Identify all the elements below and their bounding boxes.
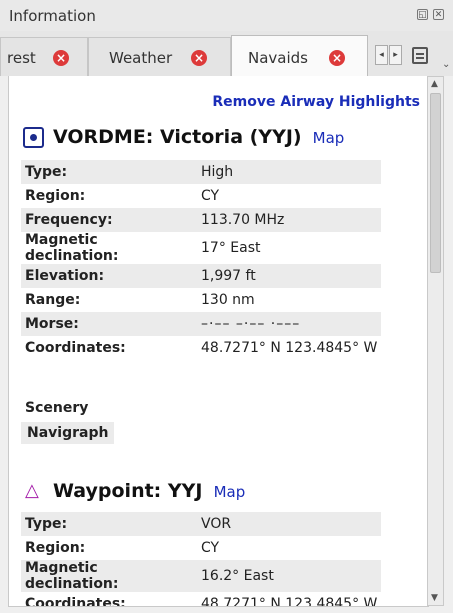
- scroll-down-icon[interactable]: ▼: [431, 593, 438, 603]
- triangle-icon: △: [25, 480, 39, 501]
- table-row: Type: VOR: [21, 512, 382, 536]
- table-row: Region: CY: [21, 184, 382, 208]
- row-key: Type:: [21, 512, 197, 536]
- window-title: Information: [9, 7, 96, 25]
- scenery-value: Navigraph: [21, 422, 115, 444]
- close-tab-icon[interactable]: ×: [191, 50, 207, 66]
- table-row: Coordinates: 48.7271° N 123.4845° W: [21, 592, 382, 606]
- table-row: Coordinates: 48.7271° N 123.4845° W: [21, 336, 382, 360]
- tab-label: rest: [7, 49, 36, 67]
- waypoint-map-link[interactable]: Map: [214, 483, 246, 501]
- row-value: VOR: [197, 512, 382, 536]
- row-value: 48.7271° N 123.4845° W: [197, 336, 382, 360]
- tab-bar: rest × Weather × Navaids × ◂ ▸ ⌄: [0, 31, 453, 77]
- row-value: CY: [197, 184, 382, 208]
- scenery-heading: Scenery: [25, 400, 89, 416]
- row-value: High: [197, 160, 382, 184]
- row-key: Region:: [21, 536, 197, 560]
- row-key: Region:: [21, 184, 197, 208]
- scrollbar-thumb[interactable]: [430, 93, 441, 273]
- float-icon[interactable]: ◱: [417, 9, 428, 20]
- table-row: Type: High: [21, 160, 382, 184]
- info-panel: Remove Airway Highlights VORDME: Victori…: [8, 76, 429, 607]
- document-icon[interactable]: [409, 45, 431, 67]
- waypoint-heading: △ Waypoint: YYJ Map: [23, 480, 245, 506]
- table-row: Magnetic declination: 17° East: [21, 232, 382, 264]
- vordme-title: VORDME: Victoria (YYJ): [53, 126, 302, 148]
- row-value: 17° East: [197, 232, 382, 264]
- row-key: Range:: [21, 288, 197, 312]
- row-key: Morse:: [21, 312, 197, 336]
- vordme-info-table: Type: High Region: CY Frequency: 113.70 MHz…: [21, 160, 382, 360]
- tab-label: Navaids: [248, 49, 308, 67]
- scroll-up-icon[interactable]: ▲: [431, 79, 438, 89]
- tab-weather[interactable]: Weather ×: [88, 37, 231, 76]
- row-key: Magnetic declination:: [21, 232, 197, 264]
- row-key: Elevation:: [21, 264, 197, 288]
- row-key: Magnetic declination:: [21, 560, 197, 592]
- tab-scroll-left-icon[interactable]: ◂: [375, 45, 388, 65]
- vordme-map-link[interactable]: Map: [313, 129, 345, 147]
- tab-navaids[interactable]: Navaids ×: [231, 35, 368, 77]
- row-value: 48.7271° N 123.4845° W: [197, 592, 382, 606]
- close-tab-icon[interactable]: ×: [53, 50, 69, 66]
- row-key: Frequency:: [21, 208, 197, 232]
- table-row: Frequency: 113.70 MHz: [21, 208, 382, 232]
- vordme-heading: VORDME: Victoria (YYJ) Map: [23, 126, 344, 152]
- row-key: Coordinates:: [21, 592, 197, 606]
- table-row: Region: CY: [21, 536, 382, 560]
- row-value: 1,997 ft: [197, 264, 382, 288]
- vordme-icon: [23, 127, 44, 148]
- row-value: 113.70 MHz: [197, 208, 382, 232]
- chevron-down-icon[interactable]: ⌄: [442, 59, 450, 70]
- row-key: Coordinates:: [21, 336, 197, 360]
- table-row: Elevation: 1,997 ft: [21, 264, 382, 288]
- close-window-icon[interactable]: ✕: [433, 9, 444, 20]
- vertical-scrollbar[interactable]: ▲ ▼: [427, 76, 444, 606]
- waypoint-title: Waypoint: YYJ: [53, 480, 203, 502]
- title-bar: Information ◱ ✕: [0, 0, 453, 32]
- tab-scroll-right-icon[interactable]: ▸: [389, 45, 402, 65]
- row-value: 130 nm: [197, 288, 382, 312]
- row-value: –·–– –·–– ·–––: [197, 312, 382, 336]
- table-row: Morse: –·–– –·–– ·–––: [21, 312, 382, 336]
- table-row: Magnetic declination: 16.2° East: [21, 560, 382, 592]
- waypoint-info-table: Type: VOR Region: CY Magnetic declination:…: [21, 512, 382, 606]
- row-key: Type:: [21, 160, 197, 184]
- row-value: 16.2° East: [197, 560, 382, 592]
- tab-rest[interactable]: rest ×: [0, 37, 88, 76]
- row-value: CY: [197, 536, 382, 560]
- remove-airway-highlights-link[interactable]: Remove Airway Highlights: [212, 94, 420, 110]
- close-tab-icon[interactable]: ×: [329, 50, 345, 66]
- table-row: Range: 130 nm: [21, 288, 382, 312]
- tab-label: Weather: [109, 49, 173, 67]
